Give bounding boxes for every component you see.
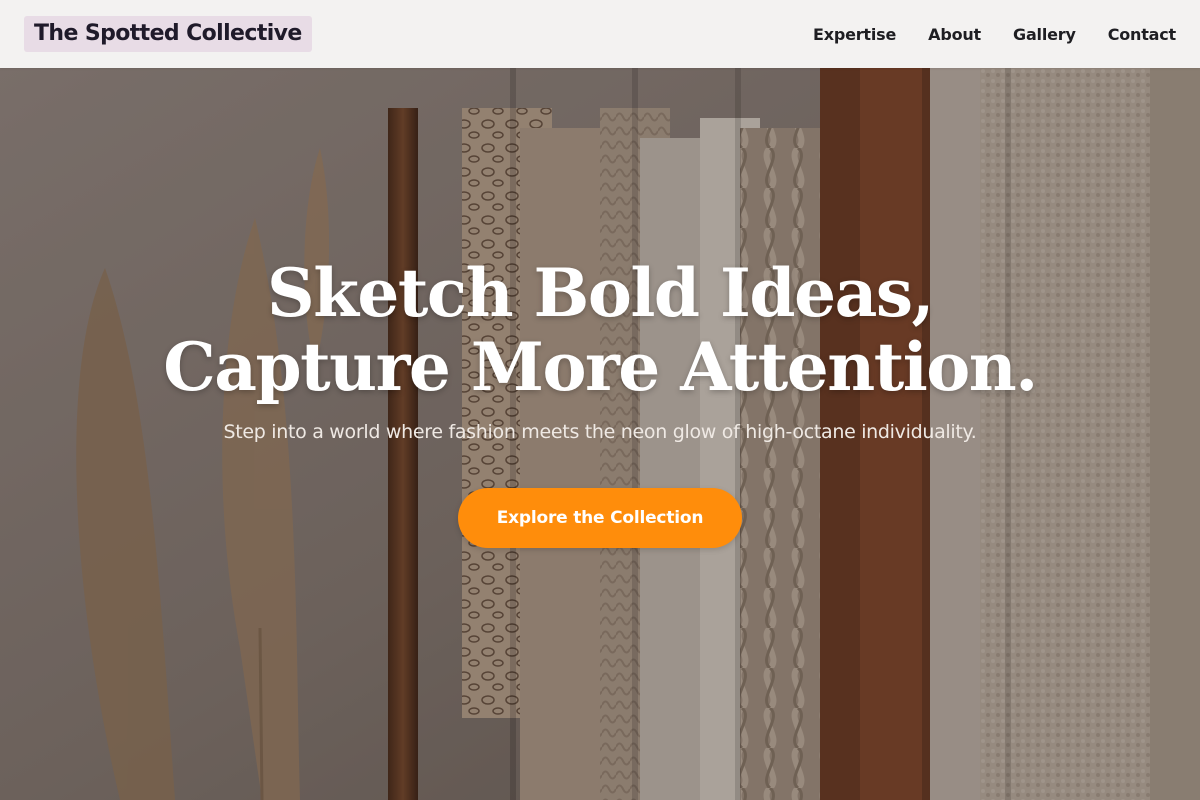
- site-header: The Spotted Collective Expertise About G…: [0, 0, 1200, 68]
- hero-headline-line1: Sketch Bold Ideas,: [267, 254, 934, 332]
- hero-headline: Sketch Bold Ideas, Capture More Attentio…: [0, 256, 1200, 404]
- main-nav: Expertise About Gallery Contact: [813, 0, 1176, 68]
- nav-link-about[interactable]: About: [928, 25, 981, 44]
- hero-headline-line2: Capture More Attention.: [163, 328, 1038, 406]
- nav-link-contact[interactable]: Contact: [1108, 25, 1177, 44]
- nav-link-gallery[interactable]: Gallery: [1013, 25, 1076, 44]
- hero-subheadline: Step into a world where fashion meets th…: [223, 421, 977, 443]
- nav-link-expertise[interactable]: Expertise: [813, 25, 896, 44]
- brand-logo[interactable]: The Spotted Collective: [24, 16, 312, 52]
- explore-collection-button[interactable]: Explore the Collection: [458, 488, 742, 548]
